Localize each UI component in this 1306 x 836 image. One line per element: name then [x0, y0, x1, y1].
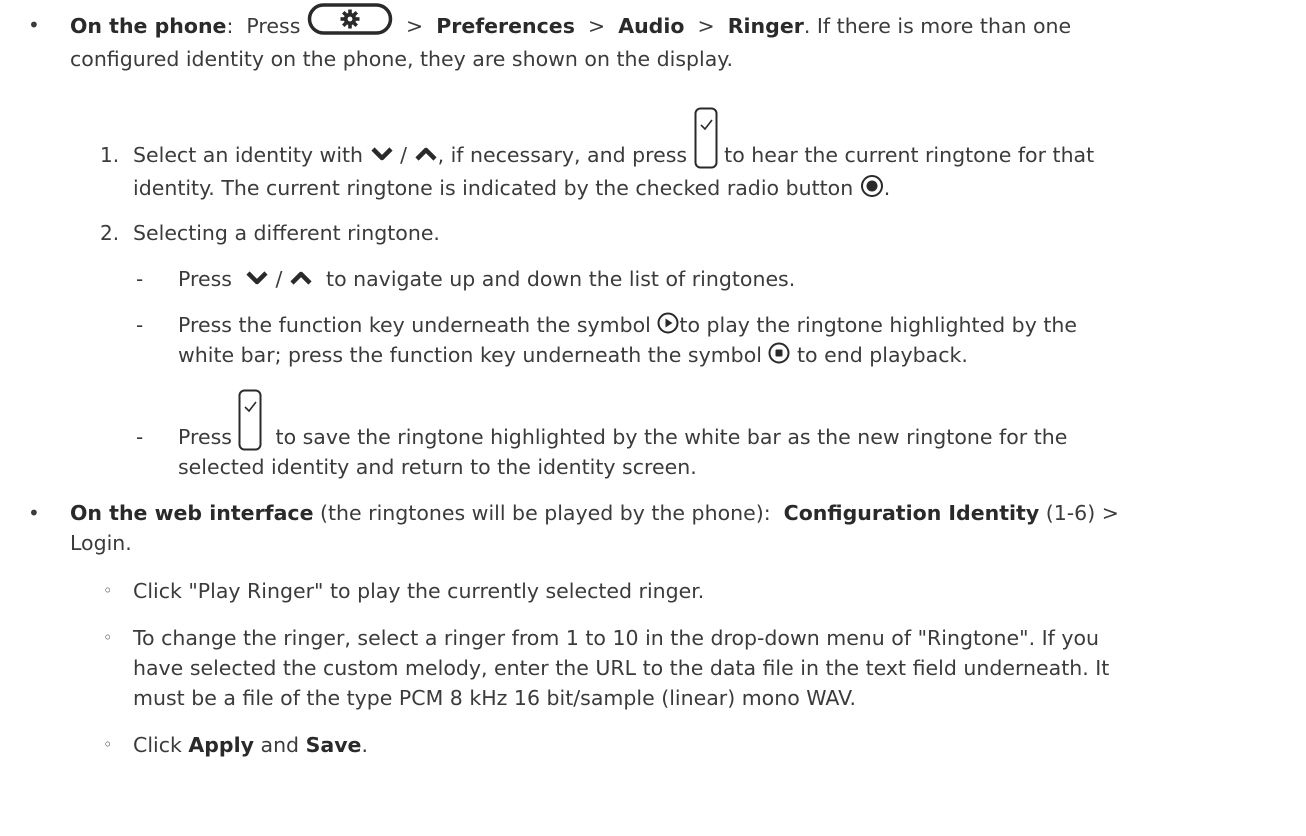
chevron-down-icon	[245, 267, 269, 293]
chevron-up-icon	[289, 267, 313, 293]
phone-instruction-line-2: configured identity on the phone, they a…	[70, 47, 734, 71]
web-sub2-line-2: have selected the custom melody, enter t…	[133, 656, 1110, 680]
web-sub3-line: Click Apply and Save.	[133, 733, 368, 757]
bullet-marker: •	[28, 501, 40, 525]
save-label: Save	[305, 733, 362, 757]
colon: :	[226, 14, 234, 38]
dash3-line-1: Press to save the ringtone highlighted b…	[178, 389, 1067, 451]
menu-configuration-identity: Configuration Identity	[783, 501, 1040, 525]
web-instruction-line-1: On the web interface (the ringtones will…	[70, 501, 1119, 525]
chevron-down-icon	[370, 143, 394, 169]
circle-marker: ◦	[103, 735, 113, 754]
ok-key-icon	[238, 389, 262, 451]
press-text: Press	[246, 14, 301, 38]
dash-marker: -	[136, 267, 144, 291]
phone-tail: . If there is more than one	[803, 14, 1072, 38]
dash2-line-1: Press the function key underneath the sy…	[178, 312, 1077, 340]
step2-line: Selecting a different ringtone.	[133, 221, 440, 245]
web-sub2-line-3: must be a file of the type PCM 8 kHz 16 …	[133, 686, 857, 710]
bullet-marker: •	[28, 13, 40, 37]
menu-audio: Audio	[618, 14, 685, 38]
step1-line-2: identity. The current ringtone is indica…	[133, 174, 890, 204]
menu-ringer: Ringer	[727, 14, 804, 38]
step1-line-1: Select an identity with / , if necessary…	[133, 107, 1094, 169]
web-instruction-line-2: Login.	[70, 531, 132, 555]
separator: >	[697, 14, 715, 38]
slash: /	[275, 267, 283, 291]
dash1-line: Press / to navigate up and down the list…	[178, 267, 796, 293]
separator: >	[587, 14, 606, 38]
dash-marker: -	[136, 425, 144, 449]
dash-marker: -	[136, 313, 144, 337]
slash: /	[400, 143, 408, 167]
chevron-up-icon	[414, 143, 438, 169]
ok-key-icon	[694, 107, 718, 169]
apply-label: Apply	[188, 733, 254, 757]
radio-checked-icon	[860, 174, 884, 204]
web-lead: On the web interface	[70, 501, 314, 525]
dash3-line-2: selected identity and return to the iden…	[178, 455, 697, 479]
separator: >	[405, 14, 424, 38]
phone-instruction-line-1: On the phone: Press > Preferences > Audi…	[70, 3, 1072, 42]
document-page: • On the phone: Press > Preferences > Au…	[0, 0, 1306, 836]
gear-key-icon	[307, 2, 393, 42]
play-icon	[657, 312, 679, 340]
web-sub1-line: Click "Play Ringer" to play the currentl…	[133, 579, 705, 603]
circle-marker: ◦	[103, 628, 113, 647]
step-number: 1.	[100, 143, 120, 167]
phone-lead: On the phone	[70, 14, 227, 38]
step-number: 2.	[100, 221, 120, 245]
web-sub2-line-1: To change the ringer, select a ringer fr…	[133, 626, 1100, 650]
stop-icon	[768, 342, 790, 370]
menu-preferences: Preferences	[436, 14, 575, 38]
dash2-line-2: white bar; press the function key undern…	[178, 342, 968, 370]
circle-marker: ◦	[103, 581, 113, 600]
